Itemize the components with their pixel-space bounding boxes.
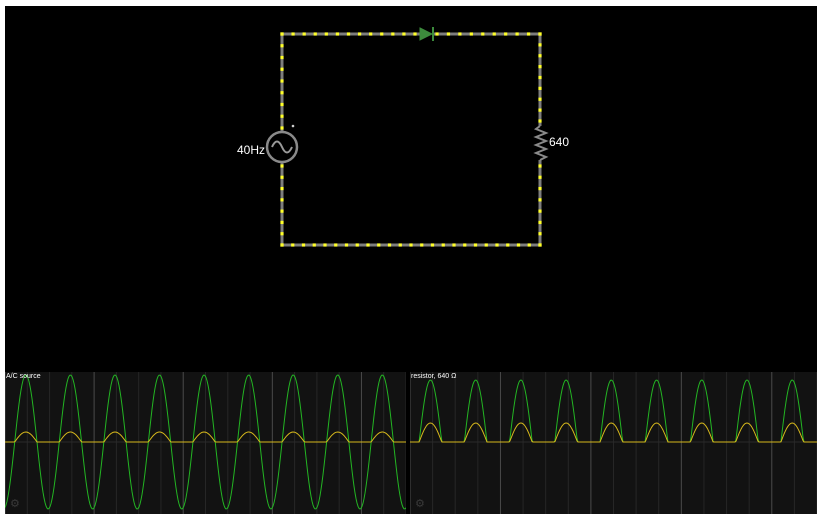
current-dot bbox=[538, 232, 542, 236]
current-dot bbox=[344, 243, 349, 247]
scope-title: A/C source bbox=[6, 373, 41, 380]
current-dot bbox=[538, 86, 542, 90]
current-dot bbox=[313, 32, 317, 36]
current-dot bbox=[538, 175, 542, 179]
current-dot bbox=[323, 243, 327, 247]
current-dot bbox=[280, 44, 284, 48]
scope-resistor[interactable]: resistor, 640 Ω ⚙ bbox=[410, 372, 817, 514]
current-dot bbox=[280, 164, 284, 168]
current-dot bbox=[504, 32, 508, 36]
current-dot bbox=[280, 126, 284, 130]
resistor-value-label: 640 bbox=[549, 135, 570, 149]
current-dot bbox=[446, 32, 451, 36]
current-dot bbox=[435, 32, 439, 36]
current-dot bbox=[280, 220, 284, 225]
current-dot bbox=[527, 243, 531, 247]
current-dot bbox=[469, 32, 473, 36]
current-dot bbox=[280, 243, 284, 247]
current-dot bbox=[324, 32, 328, 36]
current-dot bbox=[369, 32, 373, 36]
diode-icon[interactable] bbox=[419, 27, 434, 41]
current-dot bbox=[515, 32, 519, 36]
current-dot bbox=[280, 55, 284, 60]
current-dot bbox=[458, 32, 462, 36]
current-dot bbox=[380, 32, 384, 36]
current-dot bbox=[538, 186, 542, 191]
current-dot bbox=[334, 243, 338, 247]
current-dot bbox=[441, 243, 445, 247]
current-dot bbox=[538, 243, 542, 247]
scope-plot bbox=[410, 372, 817, 514]
scope-plot bbox=[5, 372, 406, 514]
current-dot bbox=[301, 243, 306, 247]
resistor-icon[interactable] bbox=[533, 125, 549, 161]
current-dot bbox=[538, 108, 542, 112]
current-dot bbox=[302, 32, 306, 36]
current-dot bbox=[280, 102, 284, 107]
current-dot bbox=[420, 243, 424, 247]
current-dot bbox=[391, 32, 395, 36]
current-dot bbox=[538, 32, 542, 36]
current-dot bbox=[481, 32, 485, 36]
current-dot bbox=[538, 119, 542, 123]
current-dot bbox=[484, 243, 488, 247]
current-dot bbox=[377, 243, 381, 247]
current-dot bbox=[280, 32, 284, 36]
current-dot bbox=[538, 198, 542, 202]
source-frequency-label: 40Hz bbox=[237, 143, 266, 157]
gear-icon[interactable]: ⚙ bbox=[415, 499, 425, 510]
current-dot bbox=[516, 243, 521, 247]
wires[interactable] bbox=[280, 32, 542, 247]
current-dot bbox=[473, 243, 478, 247]
current-dot bbox=[538, 97, 542, 101]
current-dot bbox=[366, 243, 370, 247]
current-dot bbox=[526, 32, 531, 36]
current-dot bbox=[291, 32, 295, 36]
current-dot bbox=[357, 32, 362, 36]
current-dot bbox=[463, 243, 467, 247]
gear-icon[interactable]: ⚙ bbox=[10, 499, 20, 510]
current-dot bbox=[538, 164, 542, 168]
circuit-diagram[interactable] bbox=[5, 6, 817, 372]
current-dot bbox=[538, 75, 542, 80]
current-dot bbox=[280, 67, 284, 71]
current-dot bbox=[452, 243, 456, 247]
current-dot bbox=[355, 243, 359, 247]
current-dot bbox=[538, 65, 542, 69]
current-dot bbox=[291, 243, 295, 247]
current-dot bbox=[280, 198, 284, 202]
circuit-canvas[interactable]: 40Hz 640 A/C source ⚙ resistor, 640 Ω ⚙ bbox=[5, 6, 817, 514]
current-dot bbox=[387, 243, 392, 247]
current-dot bbox=[280, 91, 284, 95]
current-dots bbox=[280, 32, 542, 247]
current-dot bbox=[280, 175, 284, 179]
current-dot bbox=[346, 32, 351, 36]
current-dot bbox=[280, 79, 284, 83]
current-dot bbox=[495, 243, 499, 247]
current-dot bbox=[312, 243, 316, 247]
current-dot bbox=[538, 43, 542, 47]
current-dot bbox=[506, 243, 510, 247]
current-dot bbox=[280, 114, 284, 118]
current-dot bbox=[430, 243, 435, 247]
current-dot bbox=[538, 209, 542, 213]
current-dot bbox=[335, 32, 340, 36]
scope-title: resistor, 640 Ω bbox=[411, 373, 457, 380]
current-dot bbox=[280, 232, 284, 236]
current-dot bbox=[538, 220, 542, 225]
current-dot bbox=[402, 32, 406, 36]
current-dot bbox=[492, 32, 496, 36]
current-dot bbox=[280, 186, 284, 191]
current-dot bbox=[538, 54, 542, 58]
current-dot bbox=[280, 209, 284, 213]
scope-ac-source[interactable]: A/C source ⚙ bbox=[5, 372, 406, 514]
current-dot bbox=[413, 32, 417, 36]
current-dot bbox=[398, 243, 402, 247]
current-dot bbox=[409, 243, 413, 247]
